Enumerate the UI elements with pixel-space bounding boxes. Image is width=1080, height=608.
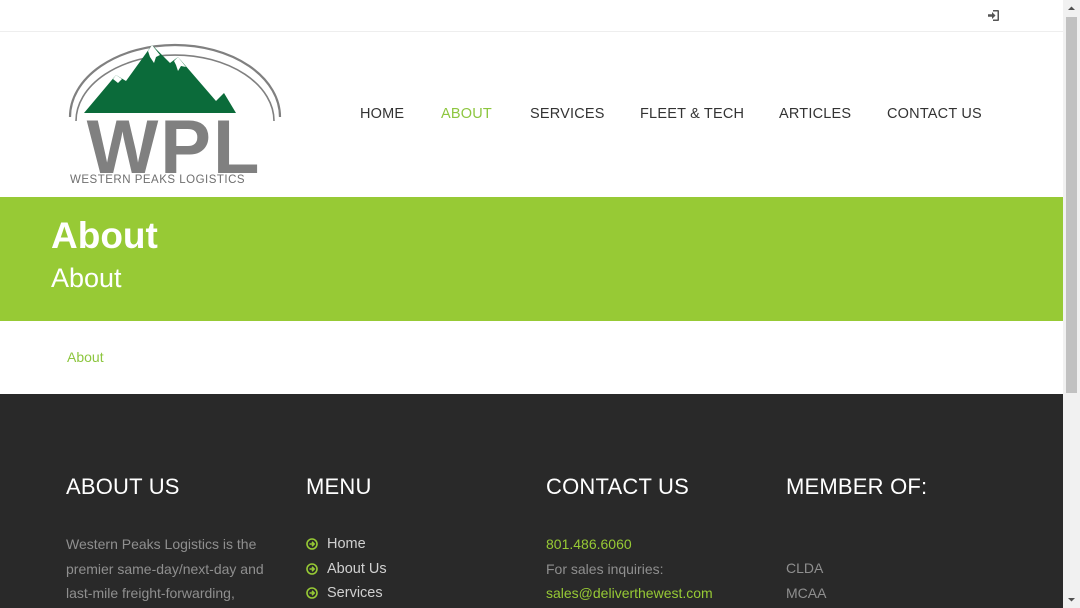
footer-contact-heading: CONTACT US	[546, 474, 689, 499]
nav-home[interactable]: HOME	[360, 106, 404, 122]
nav-contact-us[interactable]: CONTACT US	[887, 106, 982, 122]
sign-in-icon[interactable]	[987, 9, 1000, 22]
footer-menu-heading: MENU	[306, 474, 372, 499]
page-title: About	[51, 215, 158, 256]
arrow-circle-right-icon	[306, 587, 318, 599]
footer-menu-label: About Us	[327, 560, 387, 577]
footer-menu-list: Home About Us Services	[306, 532, 526, 606]
sales-label: For sales inquiries:	[546, 560, 664, 577]
phone-number[interactable]: 801.486.6060	[546, 532, 766, 557]
logo-tagline: WESTERN PEAKS LOGISTICS	[70, 174, 246, 186]
footer-member-heading: MEMBER OF:	[786, 474, 928, 499]
nav-fleet-tech[interactable]: FLEET & TECH	[640, 106, 744, 122]
site-footer: ABOUT US Western Peaks Logistics is the …	[0, 394, 1063, 608]
nav-articles[interactable]: ARTICLES	[779, 106, 851, 122]
page-title-banner: About About	[0, 197, 1063, 321]
page: WPL WESTERN PEAKS LOGISTICS HOME ABOUT S…	[0, 0, 1063, 608]
scrollbar-thumb[interactable]	[1066, 17, 1077, 393]
footer-menu: MENU Home About Us Services	[306, 474, 526, 606]
nav-services[interactable]: SERVICES	[530, 106, 605, 122]
footer-menu-item-about-us[interactable]: About Us	[306, 557, 526, 582]
footer-contact-body: 801.486.6060 For sales inquiries: sales@…	[546, 532, 766, 606]
footer-contact: CONTACT US 801.486.6060 For sales inquir…	[546, 474, 766, 606]
arrow-circle-right-icon	[306, 538, 318, 550]
scroll-down-arrow-icon[interactable]	[1063, 591, 1080, 608]
footer-menu-label: Home	[327, 536, 366, 552]
footer-menu-item-services[interactable]: Services	[306, 581, 526, 606]
logo[interactable]: WPL	[64, 41, 286, 191]
member-item: CLDA	[786, 560, 824, 576]
page-subtitle: About	[51, 263, 122, 293]
breadcrumb-current[interactable]: About	[67, 349, 104, 365]
footer-menu-item-home[interactable]: Home	[306, 532, 526, 557]
scroll-up-arrow-icon[interactable]	[1063, 0, 1080, 17]
breadcrumb: About	[0, 321, 1063, 394]
site-header: WPL WESTERN PEAKS LOGISTICS HOME ABOUT S…	[0, 32, 1063, 197]
nav-about[interactable]: ABOUT	[441, 106, 492, 122]
footer-member: MEMBER OF: CLDA MCAA	[786, 474, 1006, 605]
footer-member-list: CLDA MCAA	[786, 556, 1006, 605]
top-bar	[0, 0, 1063, 32]
footer-menu-label: Services	[327, 585, 383, 601]
footer-about-text: Western Peaks Logistics is the premier s…	[66, 536, 264, 601]
footer-about: ABOUT US Western Peaks Logistics is the …	[66, 474, 286, 606]
arrow-circle-right-icon	[306, 562, 318, 575]
member-item: MCAA	[786, 584, 827, 601]
footer-about-heading: ABOUT US	[66, 474, 180, 499]
sales-email-link[interactable]: sales@deliverthewest.com	[546, 581, 766, 606]
vertical-scrollbar[interactable]	[1063, 0, 1080, 608]
